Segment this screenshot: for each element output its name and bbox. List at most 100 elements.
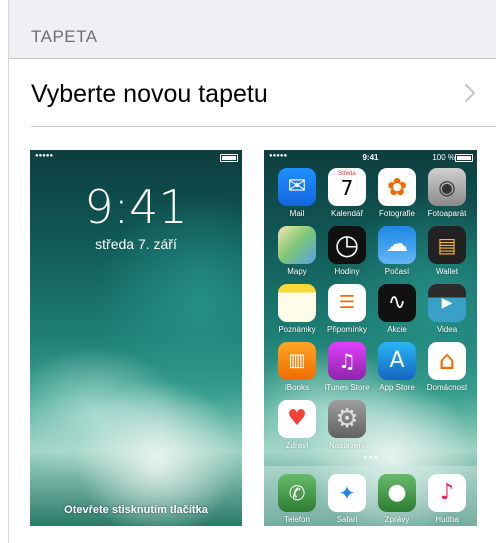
- app-camera[interactable]: ◉ Fotoaparát: [422, 168, 472, 218]
- settings-icon: ⚙: [328, 400, 366, 438]
- videos-icon-glyph: ▶: [441, 295, 453, 311]
- app-label: Akcie: [387, 325, 407, 334]
- safari-icon-glyph: ✦: [338, 481, 356, 505]
- app-stocks[interactable]: ∿ Akcie: [372, 284, 422, 334]
- app-ibooks[interactable]: ▥ iBooks: [272, 342, 322, 392]
- mail-icon-glyph: ✉: [287, 174, 307, 199]
- app-label: Telefon: [284, 515, 310, 524]
- music-icon-glyph: ♪: [439, 480, 455, 505]
- photos-icon-glyph: ✿: [386, 173, 408, 201]
- app-settings[interactable]: ⚙ Nastavení: [322, 400, 372, 450]
- app-maps[interactable]: Mapy: [272, 226, 322, 276]
- photos-icon: ✿: [378, 168, 416, 206]
- mail-icon: ✉: [278, 168, 316, 206]
- choose-wallpaper-row[interactable]: Vyberte novou tapetu: [9, 59, 496, 127]
- camera-icon-glyph: ◉: [438, 175, 456, 199]
- ibooks-icon-glyph: ▥: [288, 350, 306, 371]
- app-clock[interactable]: ◷ Hodiny: [322, 226, 372, 276]
- app-calendar[interactable]: Středa 7 Kalendář: [322, 168, 372, 218]
- app-health[interactable]: ♥ Zdraví: [272, 400, 322, 450]
- calendar-icon: Středa 7: [328, 168, 366, 206]
- app-label: Mail: [289, 209, 305, 218]
- app-itunes-store[interactable]: ♫ iTunes Store: [322, 342, 372, 392]
- app-label: Hodiny: [334, 267, 360, 276]
- app-wallet[interactable]: ▤ Wallet: [422, 226, 472, 276]
- app-label: Nastavení: [328, 441, 366, 450]
- notes-icon: [278, 284, 316, 322]
- phone-icon-glyph: ✆: [288, 481, 306, 505]
- row-separator: [31, 126, 496, 127]
- status-bar: ●●●●● 9:41 100 %: [264, 150, 477, 164]
- app-label: Zdraví: [285, 441, 309, 450]
- section-header-label: TAPETA: [31, 27, 98, 46]
- app-label: Fotografie: [378, 209, 416, 218]
- app-label: Videa: [436, 325, 458, 334]
- itunes-store-icon: ♫: [328, 342, 366, 380]
- battery-percent: 100 %: [432, 153, 455, 162]
- app-label: Mapy: [287, 267, 307, 276]
- calendar-day: 7: [340, 176, 354, 200]
- app-photos[interactable]: ✿ Fotografie: [372, 168, 422, 218]
- app-label: Domácnost: [426, 383, 468, 392]
- app-label: Kalendář: [330, 209, 364, 218]
- app-notes[interactable]: Poznámky: [272, 284, 322, 334]
- app-app-store[interactable]: A App Store: [372, 342, 422, 392]
- music-icon: ♪: [428, 474, 466, 512]
- app-label: iTunes Store: [324, 383, 370, 392]
- app-label: iBooks: [284, 383, 309, 392]
- wallet-icon-glyph: ▤: [437, 233, 457, 257]
- reminders-icon: ☰: [328, 284, 366, 322]
- app-messages[interactable]: ● Zprávy: [372, 474, 422, 524]
- safari-icon: ✦: [328, 474, 366, 512]
- choose-wallpaper-label: Vyberte novou tapetu: [31, 80, 268, 108]
- lock-screen-preview[interactable]: ●●●●● 9:41 středa 7. září Otevřete stisk…: [30, 150, 242, 526]
- signal-icon: ●●●●●: [35, 153, 54, 159]
- chevron-right-icon: [464, 83, 476, 103]
- stocks-icon-glyph: ∿: [387, 290, 407, 315]
- stocks-icon: ∿: [378, 284, 416, 322]
- battery-icon: [455, 154, 473, 162]
- home-app-icon: ⌂: [428, 342, 466, 380]
- weather-icon-glyph: ☁: [386, 232, 408, 257]
- app-videos[interactable]: ▶ Videa: [422, 284, 472, 334]
- weather-icon: ☁: [378, 226, 416, 264]
- itunes-store-icon-glyph: ♫: [338, 349, 356, 373]
- ibooks-icon: ▥: [278, 342, 316, 380]
- app-safari[interactable]: ✦ Safari: [322, 474, 372, 524]
- settings-icon-glyph: ⚙: [335, 404, 359, 434]
- app-label: Zprávy: [384, 515, 410, 524]
- app-label: Safari: [336, 515, 358, 524]
- clock-icon-glyph: ◷: [334, 228, 360, 261]
- home-app-icon-glyph: ⌂: [438, 346, 456, 376]
- phone-icon: ✆: [278, 474, 316, 512]
- clock-icon: ◷: [328, 226, 366, 264]
- lock-date: středa 7. září: [95, 236, 177, 252]
- app-label: App Store: [379, 383, 415, 392]
- app-reminders[interactable]: ☰ Připomínky: [322, 284, 372, 334]
- app-home-app[interactable]: ⌂ Domácnost: [422, 342, 472, 392]
- app-label: Připomínky: [326, 325, 367, 334]
- unlock-hint: Otevřete stisknutím tlačítka: [64, 504, 208, 516]
- page-indicator: ● ● ●: [363, 455, 378, 461]
- app-mail[interactable]: ✉ Mail: [272, 168, 322, 218]
- home-screen-preview[interactable]: ●●●●● 9:41 100 % ✉ Mail Středa 7 Kalendář ✿ Fo…: [264, 150, 477, 526]
- messages-icon: ●: [378, 474, 416, 512]
- health-icon: ♥: [278, 400, 316, 438]
- status-bar: ●●●●●: [30, 150, 242, 164]
- camera-icon: ◉: [428, 168, 466, 206]
- app-store-icon-glyph: A: [389, 348, 405, 373]
- app-label: Počasí: [384, 267, 410, 276]
- app-weather[interactable]: ☁ Počasí: [372, 226, 422, 276]
- health-icon-glyph: ♥: [287, 406, 307, 431]
- battery-icon: [220, 154, 238, 162]
- app-music[interactable]: ♪ Hudba: [422, 474, 472, 524]
- app-label: Wallet: [436, 267, 458, 276]
- app-label: Poznámky: [278, 325, 316, 334]
- reminders-icon-glyph: ☰: [338, 292, 356, 313]
- app-store-icon: A: [378, 342, 416, 380]
- videos-icon: ▶: [428, 284, 466, 322]
- app-label: Hudba: [435, 515, 459, 524]
- lock-time: 9:41: [84, 180, 188, 234]
- app-label: Fotoaparát: [427, 209, 467, 218]
- app-phone[interactable]: ✆ Telefon: [272, 474, 322, 524]
